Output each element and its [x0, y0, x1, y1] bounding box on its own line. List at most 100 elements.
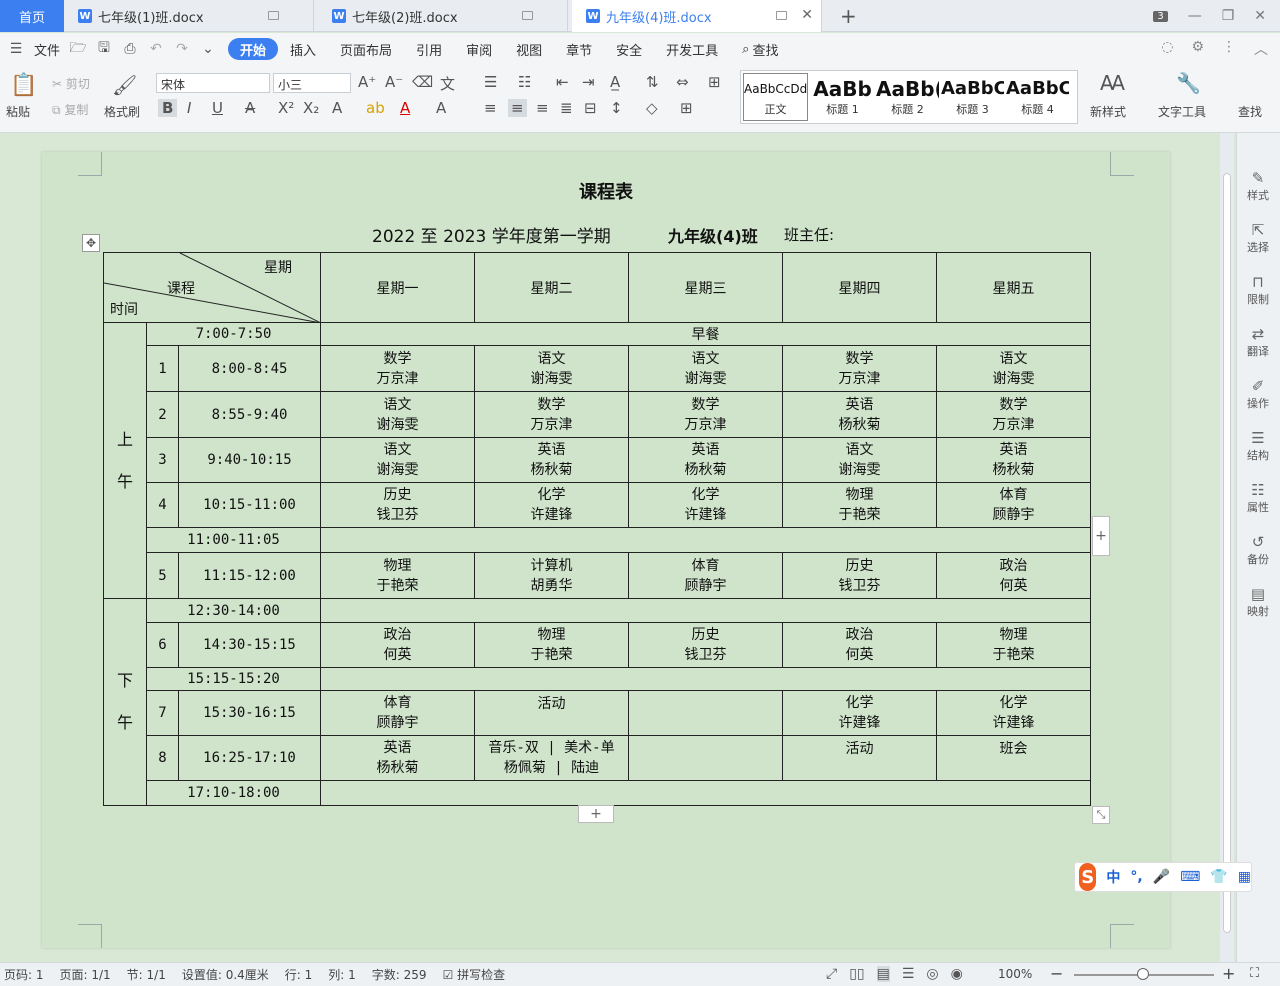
sidebar-item-mapping[interactable]: ▤ 映射 [1237, 585, 1279, 619]
class-cell[interactable]: 化学 许建锋 [474, 482, 629, 528]
class-cell[interactable]: 英语 杨秋菊 [474, 437, 629, 483]
gear-icon[interactable]: ⚙ [1191, 39, 1204, 59]
microphone-icon[interactable]: 🎤 [1153, 869, 1170, 885]
class-cell[interactable]: 数学 万京津 [628, 391, 783, 438]
menu-item-view[interactable]: 视图 [504, 38, 554, 60]
sidebar-item-structure[interactable]: ☰ 结构 [1237, 429, 1279, 463]
style-heading-1[interactable]: AaBb 标题 1 [810, 71, 875, 123]
sidebar-item-style[interactable]: ✎ 样式 [1237, 169, 1279, 203]
class-cell[interactable]: 数学 万京津 [936, 391, 1091, 438]
undo-icon[interactable]: ↶ [148, 41, 164, 57]
justify-icon[interactable]: ≣ [560, 99, 573, 117]
zoom-level[interactable]: 100% [998, 967, 1032, 981]
style-heading-2[interactable]: AaBb( 标题 2 [875, 71, 940, 123]
class-cell[interactable]: 英语 杨秋菊 [628, 437, 783, 483]
class-cell[interactable]: 物理 于艳荣 [936, 622, 1091, 668]
class-cell[interactable]: 活动 [474, 690, 629, 736]
punctuation-icon[interactable]: °, [1130, 869, 1142, 885]
strikethrough-icon[interactable]: A [245, 99, 255, 117]
class-cell[interactable]: 语文 谢海雯 [320, 437, 475, 483]
find-button[interactable]: 查找 [1238, 103, 1262, 120]
align-left-icon[interactable]: ≡ [484, 99, 497, 117]
add-row-icon[interactable]: + [578, 805, 614, 823]
borders-icon[interactable]: ⊞ [680, 99, 693, 117]
class-cell[interactable]: 计算机 胡勇华 [474, 552, 629, 599]
home-tab[interactable]: 首页 [0, 0, 64, 32]
font-color-icon[interactable]: A [400, 99, 410, 117]
style-heading-3[interactable]: AaBbC( 标题 3 [940, 71, 1005, 123]
menu-item-devtools[interactable]: 开发工具 [654, 38, 730, 60]
hamburger-icon[interactable]: ☰ [8, 41, 24, 57]
vertical-scrollbar[interactable] [1220, 133, 1234, 963]
paste-button[interactable]: 粘贴 [6, 103, 30, 120]
menu-item-start[interactable]: 开始 [228, 38, 279, 60]
status-section[interactable]: 节: 1/1 [127, 966, 166, 983]
numbered-list-icon[interactable]: ☷ [518, 73, 531, 91]
class-cell[interactable]: 数学 万京津 [474, 391, 629, 438]
class-cell[interactable]: 物理 于艳荣 [320, 552, 475, 599]
grow-font-icon[interactable]: A⁺ [358, 73, 376, 91]
comment-icon[interactable]: ◌ [1161, 39, 1173, 59]
underline-icon[interactable]: U [212, 99, 223, 117]
fullscreen-icon[interactable]: ⤢ [826, 966, 837, 982]
style-heading-4[interactable]: AaBbC 标题 4 [1005, 71, 1070, 123]
zoom-slider-knob[interactable] [1137, 968, 1149, 980]
tab-window-icon[interactable] [268, 11, 279, 20]
doc-tab-3[interactable]: W 九年级(4)班.docx ✕ [572, 0, 822, 32]
cut-button[interactable]: ✂ 剪切 [52, 75, 90, 92]
class-cell[interactable]: 语文 谢海雯 [782, 437, 937, 483]
sidebar-item-properties[interactable]: ☷ 属性 [1237, 481, 1279, 515]
shrink-font-icon[interactable]: A⁻ [385, 73, 403, 91]
search-menu[interactable]: ⌕ 查找 [730, 38, 790, 60]
open-icon[interactable]: 🗁 [69, 40, 86, 57]
line-spacing-icon[interactable]: ↕ [610, 99, 623, 117]
class-cell[interactable]: 英语 杨秋菊 [782, 391, 937, 438]
menu-item-review[interactable]: 审阅 [454, 38, 504, 60]
document-page[interactable]: 课程表 2022 至 2023 学年度第一学期 九年级(4)班 班主任: ✥ 星… [42, 152, 1170, 948]
format-painter-icon[interactable]: 🖌 [112, 73, 137, 97]
restore-icon[interactable]: ❐ [1222, 8, 1235, 24]
tab-window-icon[interactable] [776, 11, 787, 20]
italic-icon[interactable]: I [187, 99, 191, 117]
resize-table-icon[interactable]: ⤡ [1092, 806, 1110, 824]
bullet-list-icon[interactable]: ☰ [484, 73, 497, 91]
class-cell[interactable]: 政治 何英 [782, 622, 937, 668]
font-size-select[interactable]: 小三 [273, 73, 351, 93]
ime-lang[interactable]: 中 [1106, 867, 1120, 887]
class-cell[interactable]: 语文 谢海雯 [936, 345, 1091, 392]
wrench-icon[interactable]: 🔧 [1176, 71, 1201, 95]
close-window-icon[interactable]: ✕ [1254, 8, 1266, 24]
more-dropdown-icon[interactable]: ⌄ [200, 41, 216, 57]
class-cell[interactable]: 体育 顾静宇 [320, 690, 475, 736]
class-cell[interactable]: 数学 万京津 [782, 345, 937, 392]
class-cell[interactable]: 语文 谢海雯 [474, 345, 629, 392]
class-cell[interactable]: 英语 杨秋菊 [936, 437, 1091, 483]
menu-item-chapter[interactable]: 章节 [554, 38, 604, 60]
bold-icon[interactable]: B [158, 99, 178, 117]
more-icon[interactable]: ⋮ [1222, 39, 1236, 59]
phonetic-icon[interactable]: 文 [440, 73, 455, 94]
class-cell[interactable]: 化学 许建锋 [936, 690, 1091, 736]
class-cell[interactable] [628, 690, 783, 736]
shading-icon[interactable]: ◇ [646, 99, 658, 117]
class-cell[interactable]: 语文 谢海雯 [320, 391, 475, 438]
redo-icon[interactable]: ↷ [174, 41, 190, 57]
read-mode-icon[interactable]: ▯▯ [849, 966, 864, 982]
distribute-icon[interactable]: ⊟ [584, 99, 597, 117]
table-icon[interactable]: ⊞ [708, 73, 721, 91]
window-count-badge[interactable]: 3 [1153, 10, 1168, 22]
class-cell[interactable]: 政治 何英 [936, 552, 1091, 599]
class-cell[interactable]: 数学 万京津 [320, 345, 475, 392]
menu-item-reference[interactable]: 引用 [404, 38, 454, 60]
doc-tab-1[interactable]: W 七年级(1)班.docx [64, 0, 314, 32]
text-direction-icon[interactable]: A̲ [610, 73, 620, 91]
class-cell[interactable]: 历史 钱卫芬 [320, 482, 475, 528]
eye-protection-icon[interactable]: ◉ [951, 966, 963, 982]
add-column-icon[interactable]: + [1092, 516, 1110, 556]
class-cell[interactable]: 语文 谢海雯 [628, 345, 783, 392]
file-menu[interactable]: 文件 [34, 40, 60, 59]
page-view-icon[interactable]: ▤ [876, 966, 890, 982]
collapse-ribbon-icon[interactable]: ︿ [1254, 39, 1268, 59]
menu-item-security[interactable]: 安全 [604, 38, 654, 60]
web-view-icon[interactable]: ◎ [926, 966, 938, 982]
